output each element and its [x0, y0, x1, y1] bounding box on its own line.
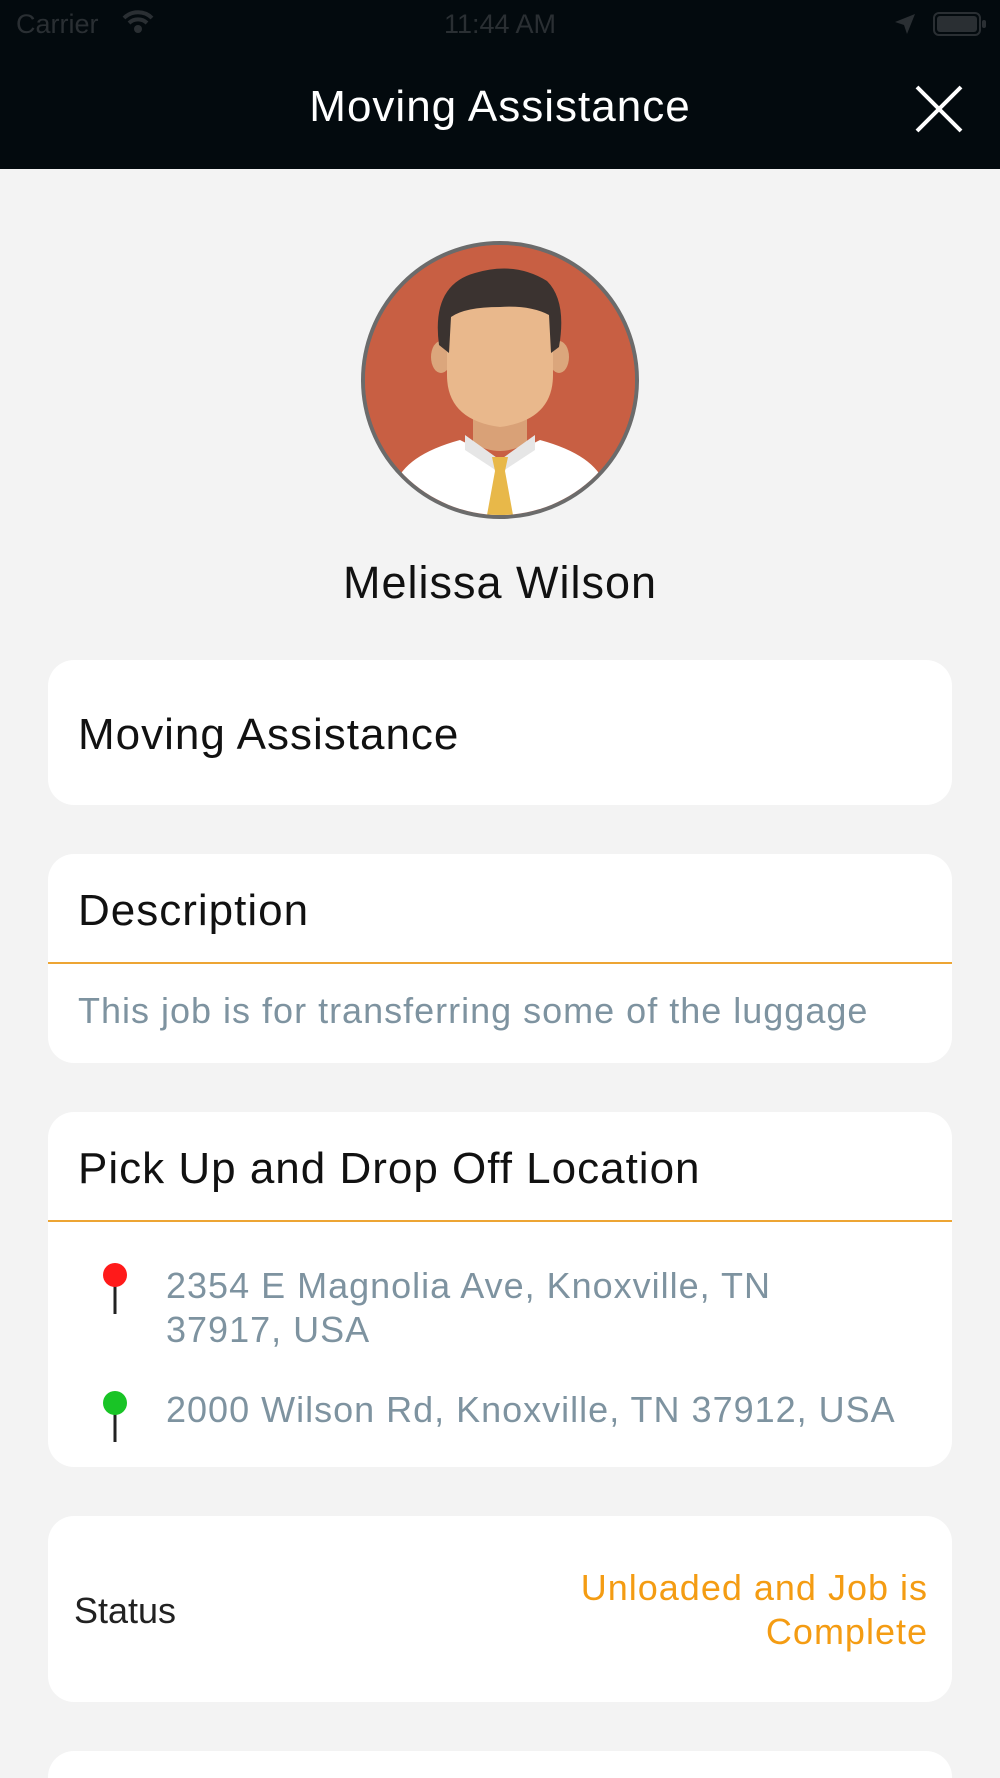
dropoff-pin-icon	[100, 1390, 130, 1449]
next-card	[48, 1751, 952, 1778]
job-title-card: Moving Assistance	[48, 660, 952, 805]
location-card: Pick Up and Drop Off Location 2354 E Mag…	[48, 1112, 952, 1467]
description-divider	[48, 962, 952, 964]
status-label: Status	[74, 1590, 177, 1631]
status-bar: Carrier 11:44 AM	[0, 0, 1000, 50]
pickup-address: 2354 E Magnolia Ave, Knoxville, TN 37917…	[166, 1265, 772, 1350]
page-title: Moving Assistance	[309, 82, 691, 131]
app-header: Carrier 11:44 AM Moving Assistance	[0, 0, 1000, 169]
clock: 11:44 AM	[443, 9, 557, 39]
status-card: Status Unloaded and Job is Complete	[48, 1516, 952, 1702]
location-heading: Pick Up and Drop Off Location	[78, 1144, 701, 1193]
close-icon[interactable]	[914, 84, 964, 139]
dropoff-address: 2000 Wilson Rd, Knoxville, TN 37912, USA	[166, 1389, 896, 1430]
location-divider	[48, 1220, 952, 1222]
description-card: Description This job is for transferring…	[48, 854, 952, 1063]
user-name: Melissa Wilson	[342, 557, 658, 608]
location-arrow-icon	[893, 12, 917, 43]
description-text: This job is for transferring some of the…	[78, 990, 869, 1031]
avatar	[361, 241, 639, 519]
battery-icon	[933, 12, 987, 43]
status-value: Unloaded and Job is Complete	[580, 1567, 928, 1652]
pickup-pin-icon	[100, 1262, 130, 1321]
job-title: Moving Assistance	[78, 710, 460, 759]
description-heading: Description	[78, 886, 310, 935]
